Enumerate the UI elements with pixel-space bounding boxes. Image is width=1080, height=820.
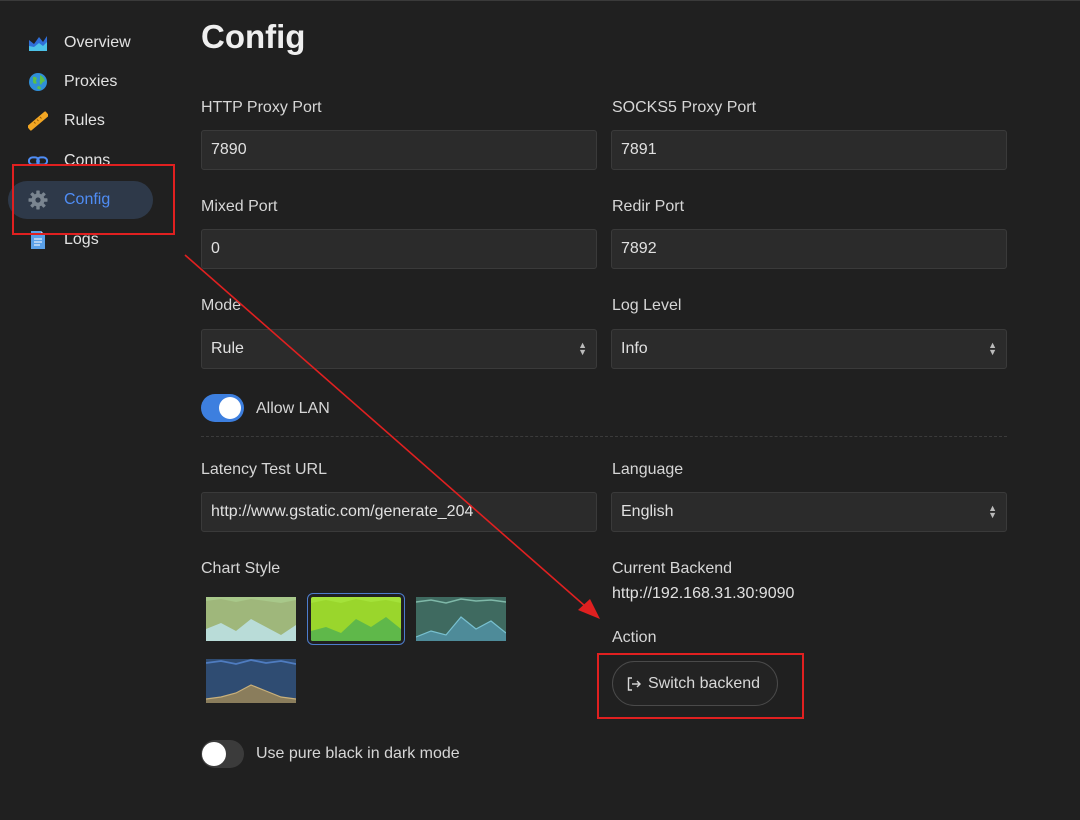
annotation-arrow (184, 254, 600, 619)
